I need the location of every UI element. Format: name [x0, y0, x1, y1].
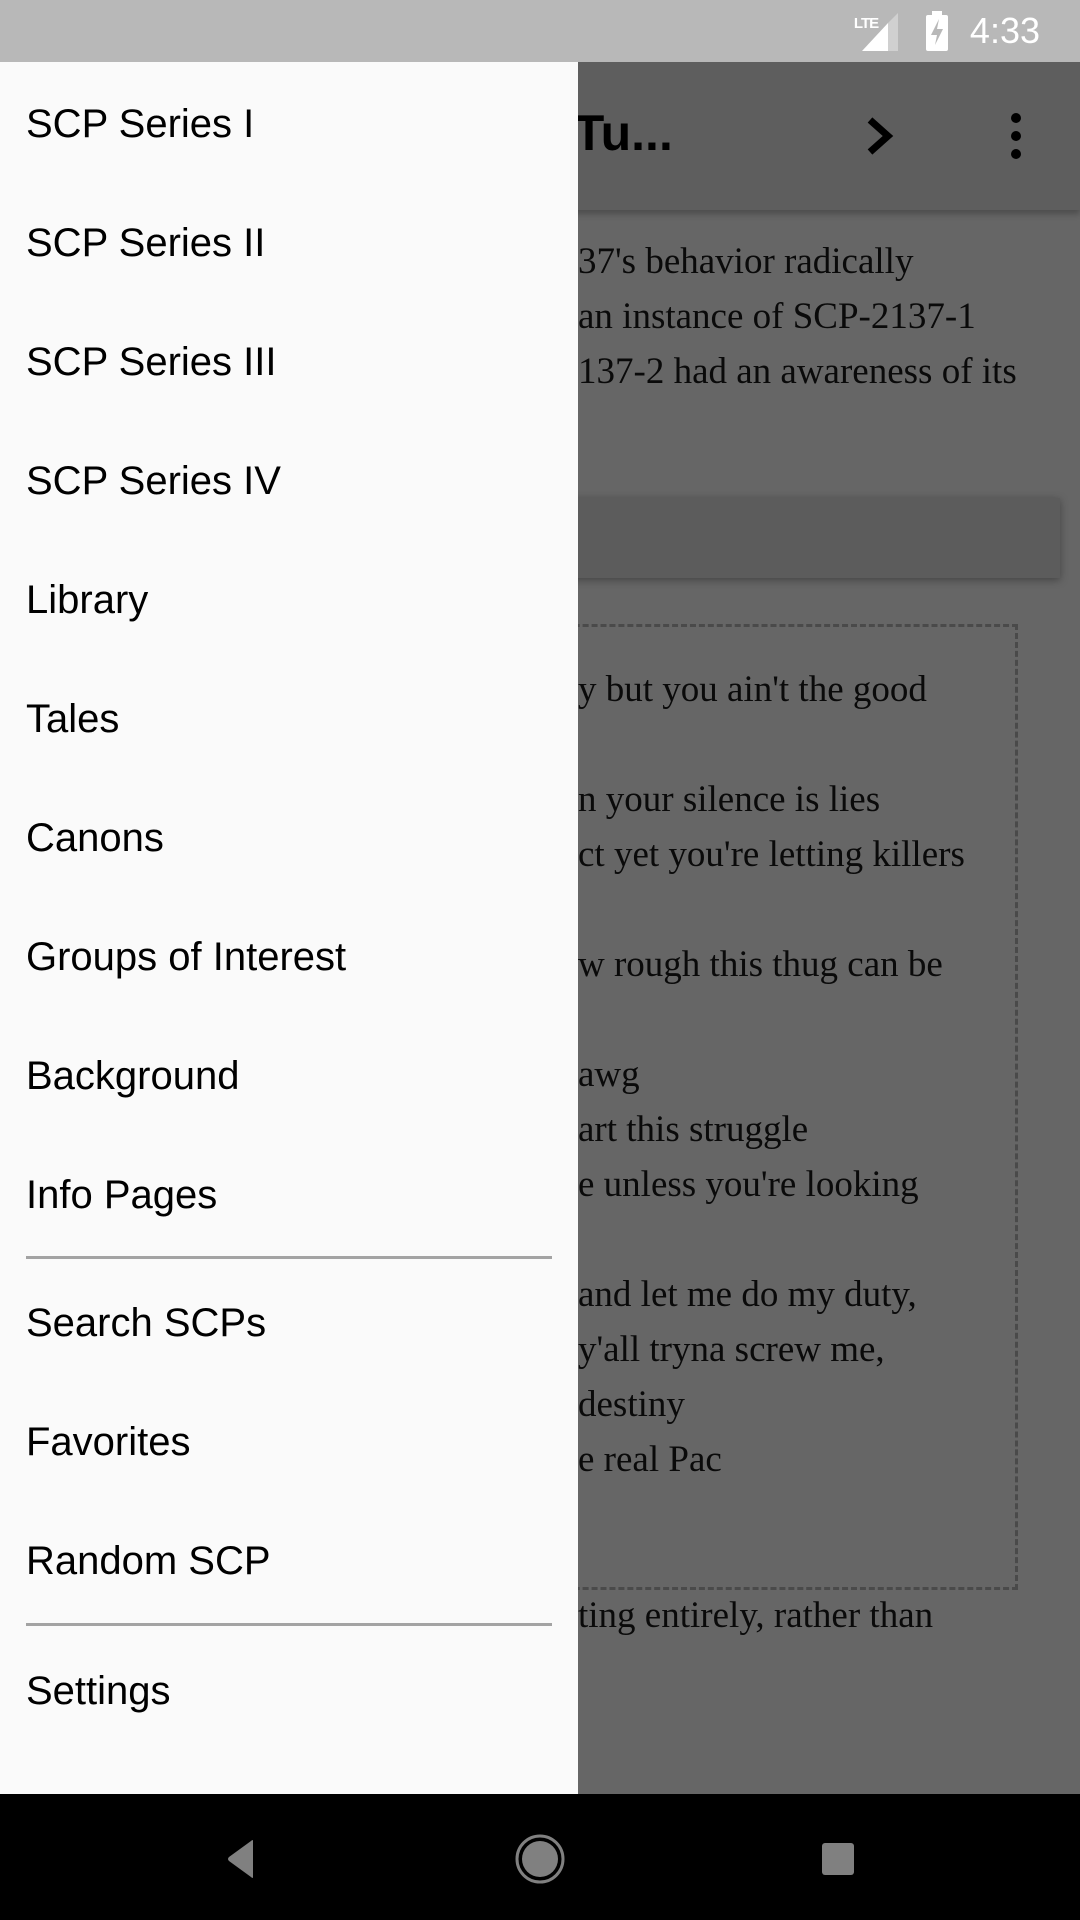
- drawer-item-favorites[interactable]: Favorites: [0, 1383, 578, 1502]
- drawer-item-groups-of-interest[interactable]: Groups of Interest: [0, 898, 578, 1017]
- text-line: w rough this thug can be: [578, 944, 943, 985]
- text-line: an instance of SCP-2137-1: [578, 296, 976, 337]
- next-article-button[interactable]: [856, 108, 904, 164]
- drawer-item-canons[interactable]: Canons: [0, 779, 578, 898]
- collapsible-block[interactable]: [520, 498, 1060, 578]
- drawer-item-tales[interactable]: Tales: [0, 660, 578, 779]
- text-line: [578, 882, 965, 937]
- quote-text: y but you ain't the good n your silence …: [578, 662, 965, 1487]
- back-icon: [228, 1840, 253, 1878]
- drawer-item-random-scp[interactable]: Random SCP: [0, 1502, 578, 1621]
- intro-paragraph: 37's behavior radically an instance of S…: [578, 234, 1017, 399]
- drawer-item-info-pages[interactable]: Info Pages: [0, 1136, 578, 1255]
- text-line: e unless you're looking: [578, 1164, 919, 1205]
- recents-icon: [822, 1843, 854, 1875]
- battery-charging-icon: [925, 11, 948, 51]
- text-line: n your silence is lies: [578, 779, 881, 820]
- drawer-item-library[interactable]: Library: [0, 541, 578, 660]
- drawer-item-scp-series-4[interactable]: SCP Series IV: [0, 422, 578, 541]
- drawer-item-search-scps[interactable]: Search SCPs: [0, 1264, 578, 1383]
- clock: 4:33: [969, 10, 1040, 51]
- navigation-drawer: SCP Series I SCP Series II SCP Series II…: [0, 62, 578, 1794]
- text-line: and let me do my duty,: [578, 1274, 917, 1315]
- back-button[interactable]: [206, 1824, 276, 1894]
- home-icon: [515, 1834, 565, 1884]
- more-options-button[interactable]: [998, 108, 1034, 164]
- drawer-divider: [26, 1256, 552, 1259]
- system-navigation-bar: [0, 1794, 1080, 1920]
- status-icons: LTE 4:33: [854, 0, 1040, 62]
- drawer-item-settings[interactable]: Settings: [0, 1632, 578, 1751]
- text-line: y'all tryna screw me,: [578, 1329, 885, 1370]
- status-bar: LTE 4:33: [0, 0, 1080, 62]
- text-line: destiny: [578, 1384, 685, 1425]
- chevron-right-icon: [867, 117, 894, 155]
- text-line: [578, 1212, 965, 1267]
- more-vert-icon: [1011, 113, 1021, 159]
- text-line: 137-2 had an awareness of its: [578, 351, 1017, 392]
- text-line: ct yet you're letting killers: [578, 834, 965, 875]
- drawer-item-scp-series-3[interactable]: SCP Series III: [0, 303, 578, 422]
- drawer-item-scp-series-2[interactable]: SCP Series II: [0, 184, 578, 303]
- drawer-divider: [26, 1623, 552, 1626]
- paragraph-after-quote: ting entirely, rather than: [578, 1595, 934, 1636]
- recents-button[interactable]: [803, 1824, 873, 1894]
- text-line: 37's behavior radically: [578, 241, 914, 282]
- text-line: e real Pac: [578, 1439, 722, 1480]
- text-line: [578, 992, 965, 1047]
- lte-signal-icon: LTE: [854, 11, 904, 51]
- text-line: y but you ain't the good: [578, 669, 927, 710]
- drawer-item-background[interactable]: Background: [0, 1017, 578, 1136]
- home-button[interactable]: [505, 1824, 575, 1894]
- drawer-item-scp-series-1[interactable]: SCP Series I: [0, 65, 578, 184]
- text-line: awg: [578, 1054, 640, 1095]
- text-line: [578, 717, 965, 772]
- text-line: art this struggle: [578, 1109, 809, 1150]
